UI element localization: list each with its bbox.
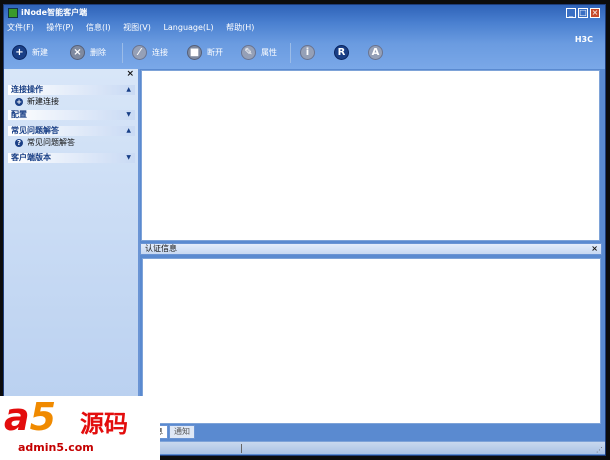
watermark-logo: a5 源码 admin5.com [0, 396, 160, 460]
auth-panel-close-icon[interactable]: × [591, 244, 598, 254]
new-label: 新建 [32, 47, 48, 57]
h3c-logo: H3C [574, 35, 593, 44]
watermark-a: a [4, 395, 30, 439]
status-separator [241, 444, 242, 453]
group-title: 常见问题解答 [11, 126, 59, 135]
properties-icon: ✎ [241, 44, 256, 60]
connect-button[interactable]: ⁄ 连接 [132, 41, 168, 63]
toolbar-separator [290, 43, 291, 63]
tab-notify[interactable]: 通知 [169, 425, 195, 439]
auth-panel-title: 认证信息 [145, 244, 177, 253]
plus-icon: + [15, 97, 23, 106]
plus-icon: + [12, 44, 27, 60]
group-connect-ops[interactable]: 连接操作 ▲ [8, 85, 135, 95]
group-title: 配置 [11, 110, 27, 119]
group-faq[interactable]: 常见问题解答 ▲ [8, 126, 135, 136]
sidebar-close-icon[interactable]: × [126, 69, 134, 79]
properties-button[interactable]: ✎ 属性 [241, 41, 277, 63]
group-client-version[interactable]: 客户端版本 ▼ [8, 153, 135, 163]
watermark-url: admin5.com [18, 441, 94, 454]
window-header: iNode智能客户端 _ □ × 文件(F) 操作(P) 信息(I) 视图(V)… [4, 5, 605, 69]
menu-operate[interactable]: 操作(P) [46, 22, 73, 33]
sidebar-item-new-connection[interactable]: + 新建连接 [4, 95, 138, 108]
a-button[interactable]: A [368, 41, 388, 63]
resize-grip-icon[interactable]: ⋰ [596, 446, 603, 454]
close-button[interactable]: × [590, 8, 600, 18]
sidebar-item-label: 新建连接 [27, 97, 59, 106]
stop-icon: ■ [187, 44, 202, 60]
auth-info-area[interactable] [142, 258, 601, 424]
new-button[interactable]: + 新建 [12, 41, 48, 63]
collapse-icon[interactable]: ▲ [126, 85, 131, 95]
menu-help[interactable]: 帮助(H) [226, 22, 254, 33]
r-button[interactable]: R [334, 41, 354, 63]
a-icon: A [368, 44, 383, 60]
watermark-five: 5 [29, 395, 57, 439]
expand-icon[interactable]: ▼ [126, 110, 131, 120]
expand-icon[interactable]: ▼ [126, 153, 131, 163]
sidebar-top: × [4, 69, 138, 83]
auth-panel-header: 认证信息 × [140, 243, 602, 255]
help-icon: ? [15, 138, 23, 147]
group-config[interactable]: 配置 ▼ [8, 110, 135, 120]
properties-label: 属性 [261, 47, 277, 57]
connect-label: 连接 [152, 47, 168, 57]
inode-client-window: iNode智能客户端 _ □ × 文件(F) 操作(P) 信息(I) 视图(V)… [3, 4, 606, 456]
sidebar-item-faq[interactable]: ? 常见问题解答 [4, 136, 138, 149]
connection-list-area[interactable] [141, 70, 600, 241]
window-title: iNode智能客户端 [21, 8, 88, 17]
minimize-button[interactable]: _ [566, 8, 576, 18]
connect-icon: ⁄ [132, 44, 147, 60]
watermark-cn: 源码 [80, 410, 128, 438]
r-icon: R [334, 44, 349, 60]
disconnect-label: 断开 [207, 47, 223, 57]
watermark-a5: a5 [4, 396, 56, 438]
group-title: 连接操作 [11, 85, 43, 94]
info-button[interactable]: i [300, 41, 320, 63]
group-title: 客户端版本 [11, 153, 51, 162]
sidebar-item-label: 常见问题解答 [27, 138, 75, 147]
menu-file[interactable]: 文件(F) [7, 22, 34, 33]
maximize-button[interactable]: □ [578, 8, 588, 18]
status-bar: ⋰ [140, 441, 605, 454]
collapse-icon[interactable]: ▲ [126, 126, 131, 136]
menu-info[interactable]: 信息(I) [86, 22, 111, 33]
disconnect-button[interactable]: ■ 断开 [187, 41, 223, 63]
menu-bar: 文件(F) 操作(P) 信息(I) 视图(V) Language(L) 帮助(H… [7, 22, 264, 34]
menu-view[interactable]: 视图(V) [123, 22, 151, 33]
app-icon [8, 8, 18, 18]
delete-label: 删除 [90, 47, 106, 57]
toolbar-separator [122, 43, 123, 63]
delete-x-icon: × [70, 44, 85, 60]
title-bar[interactable]: iNode智能客户端 _ □ × [4, 5, 605, 20]
info-icon: i [300, 44, 315, 60]
menu-language[interactable]: Language(L) [163, 23, 213, 32]
delete-button[interactable]: × 删除 [70, 41, 106, 63]
